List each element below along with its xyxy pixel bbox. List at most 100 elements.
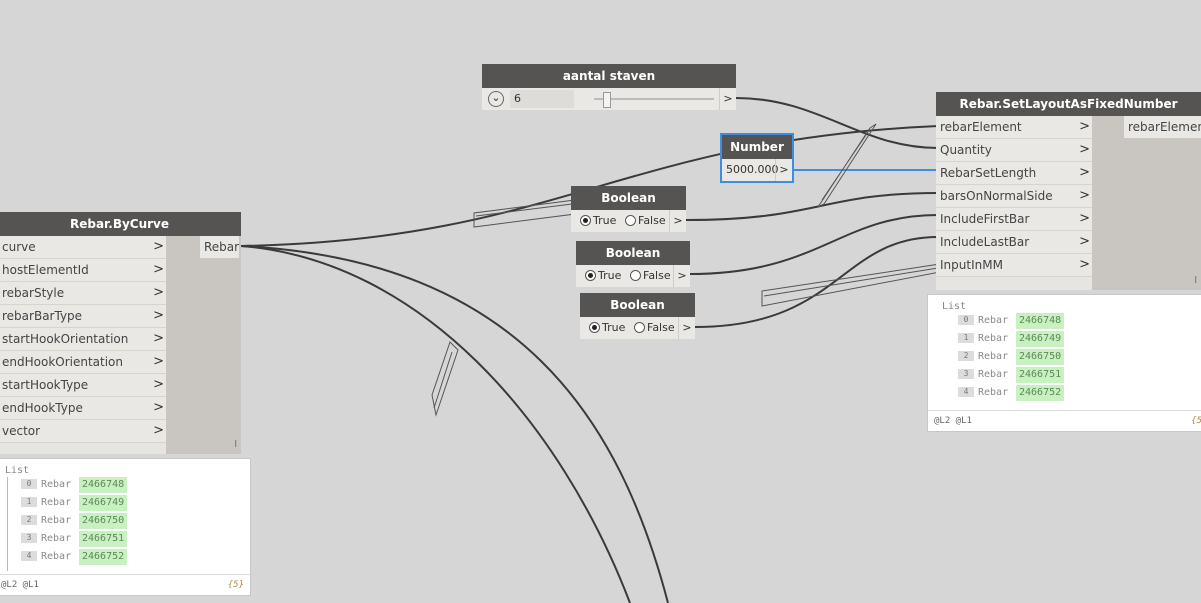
- input-port[interactable]: barsOnNormalSide >: [936, 185, 1092, 208]
- list-item-index: 4: [958, 387, 974, 397]
- node-title[interactable]: aantal staven: [482, 64, 736, 88]
- node-footer-mark: l: [1194, 276, 1197, 286]
- input-port-label: rebarStyle: [2, 286, 65, 300]
- input-port[interactable]: startHookType >: [0, 374, 166, 397]
- input-port[interactable]: endHookOrientation >: [0, 351, 166, 374]
- node-title[interactable]: Number: [722, 135, 792, 159]
- node-title[interactable]: Boolean: [571, 186, 686, 210]
- input-port[interactable]: IncludeFirstBar >: [936, 208, 1092, 231]
- input-port-label: IncludeLastBar: [940, 235, 1030, 249]
- node-title[interactable]: Boolean: [580, 293, 695, 317]
- list-item-value: 2466749: [1016, 331, 1065, 347]
- list-item: 0 Rebar 2466748: [958, 313, 1065, 329]
- chevron-right-icon: >: [1079, 257, 1090, 272]
- radio-false-label: False: [647, 321, 675, 334]
- list-item-value: 2466748: [79, 477, 128, 493]
- output-port[interactable]: >: [678, 317, 695, 339]
- slider-value-field[interactable]: 6: [510, 90, 574, 108]
- input-port-label: hostElementId: [2, 263, 89, 277]
- radio-true[interactable]: True: [580, 213, 616, 227]
- slider-track[interactable]: [594, 98, 714, 100]
- node-boolean-2[interactable]: Boolean True False >: [576, 241, 690, 287]
- input-port-label: rebarElement: [940, 120, 1022, 134]
- input-port[interactable]: Quantity >: [936, 139, 1092, 162]
- input-port[interactable]: rebarElement >: [936, 116, 1092, 139]
- node-footer-mark: l: [234, 440, 237, 450]
- node-title[interactable]: Boolean: [576, 241, 690, 265]
- list-item-value: 2466752: [79, 549, 128, 565]
- list-item-index: 4: [21, 551, 37, 561]
- radio-false[interactable]: False: [634, 320, 675, 334]
- number-row: 5000.000 >: [722, 159, 792, 181]
- input-port[interactable]: rebarBarType >: [0, 305, 166, 328]
- chevron-down-icon[interactable]: ⌄: [488, 91, 504, 107]
- wire-bool1-to-normalside[interactable]: [685, 192, 939, 221]
- slider-row: ⌄ 6 >: [482, 88, 736, 110]
- radio-true[interactable]: True: [585, 268, 621, 282]
- input-port[interactable]: curve >: [0, 236, 166, 259]
- chevron-right-icon: >: [153, 331, 164, 346]
- radio-true[interactable]: True: [589, 320, 625, 334]
- node-rebar-setlayout[interactable]: Rebar.SetLayoutAsFixedNumber rebarElemen…: [936, 92, 1201, 290]
- input-port-label: rebarBarType: [2, 309, 83, 323]
- radio-false[interactable]: False: [630, 268, 671, 282]
- output-port[interactable]: >: [673, 265, 690, 287]
- list-item-type: Rebar: [41, 551, 72, 562]
- input-port-label: endHookType: [2, 401, 83, 415]
- slider-thumb[interactable]: [603, 92, 611, 108]
- chevron-right-icon: >: [153, 239, 164, 254]
- input-port[interactable]: vector >: [0, 420, 166, 443]
- input-port[interactable]: rebarStyle >: [0, 282, 166, 305]
- input-port[interactable]: startHookOrientation >: [0, 328, 166, 351]
- node-body: [166, 236, 241, 454]
- preview-bubble-bycurve: List @L2 @L1 {5} 0 Rebar 2466748 1 Rebar 2466…: [0, 458, 251, 596]
- output-port-rebar[interactable]: Rebar: [200, 236, 239, 258]
- list-item-value: 2466751: [79, 531, 128, 547]
- list-item: 4 Rebar 2466752: [958, 385, 1065, 401]
- chevron-right-icon: >: [1079, 188, 1090, 203]
- list-levels: @L2 @L1: [934, 416, 972, 426]
- node-title[interactable]: Rebar.ByCurve: [0, 212, 241, 236]
- input-ports: rebarElement > Quantity > RebarSetLength > bar…: [936, 116, 1092, 277]
- node-boolean-1[interactable]: Boolean True False >: [571, 186, 686, 232]
- node-title[interactable]: Rebar.SetLayoutAsFixedNumber: [936, 92, 1201, 116]
- list-item-value: 2466750: [1016, 349, 1065, 365]
- list-item: 4 Rebar 2466752: [21, 549, 128, 565]
- radio-true-indicator: [585, 270, 596, 281]
- chevron-right-icon: >: [153, 262, 164, 277]
- input-port[interactable]: hostElementId >: [0, 259, 166, 282]
- list-item-type: Rebar: [41, 533, 72, 544]
- radio-true-label: True: [598, 269, 622, 282]
- node-slider-aantal-staven[interactable]: aantal staven ⌄ 6 >: [482, 64, 736, 110]
- node-boolean-3[interactable]: Boolean True False >: [580, 293, 695, 339]
- wire-bool2-to-firstbar[interactable]: [689, 214, 939, 275]
- wire-bool3-to-lastbar[interactable]: [694, 236, 939, 328]
- radio-false[interactable]: False: [625, 213, 666, 227]
- list-item-type: Rebar: [978, 333, 1009, 344]
- radio-true-label: True: [593, 214, 617, 227]
- output-port-rebarelement[interactable]: rebarElement: [1124, 116, 1201, 138]
- input-port[interactable]: endHookType >: [0, 397, 166, 420]
- number-value-input[interactable]: 5000.000: [726, 159, 779, 181]
- radio-false-indicator: [630, 270, 641, 281]
- chevron-right-icon: >: [153, 354, 164, 369]
- input-port[interactable]: IncludeLastBar >: [936, 231, 1092, 254]
- output-port[interactable]: >: [719, 88, 736, 110]
- chevron-right-icon: >: [1079, 211, 1090, 226]
- node-rebar-bycurve[interactable]: Rebar.ByCurve curve > hostElementId > rebarS…: [0, 212, 241, 454]
- output-port[interactable]: >: [669, 210, 686, 232]
- node-number[interactable]: Number 5000.000 >: [720, 133, 794, 183]
- list-item-type: Rebar: [978, 351, 1009, 362]
- input-port[interactable]: RebarSetLength >: [936, 162, 1092, 185]
- list-item-index: 3: [958, 369, 974, 379]
- input-port[interactable]: InputInMM >: [936, 254, 1092, 277]
- list-item: 1 Rebar 2466749: [21, 495, 128, 511]
- geometry-sketch-1: [473, 199, 576, 228]
- list-item-index: 3: [21, 533, 37, 543]
- list-item-index: 2: [21, 515, 37, 525]
- list-count: {5}: [227, 580, 244, 590]
- preview-list-header: List: [5, 465, 30, 476]
- wire-rebar-down-1[interactable]: [240, 245, 631, 603]
- output-port[interactable]: >: [775, 159, 792, 181]
- list-count: {5: [1191, 416, 1201, 426]
